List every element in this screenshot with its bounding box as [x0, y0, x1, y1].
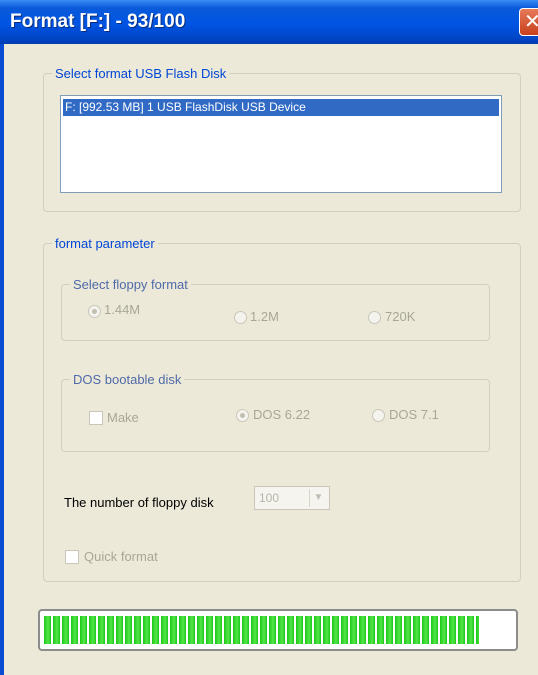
floppy-count-label: The number of floppy disk [64, 495, 214, 510]
close-button[interactable]: ✕ [519, 8, 538, 36]
make-checkbox-label: Make [107, 410, 139, 425]
radio-720k[interactable] [368, 311, 381, 324]
chevron-down-icon[interactable]: ▼ [309, 489, 327, 507]
close-icon: ✕ [524, 11, 538, 33]
floppy-count-value: 100 [259, 491, 280, 505]
radio-1-44m-label: 1.44M [104, 302, 141, 317]
radio-1-2m-label: 1.2M [250, 309, 279, 324]
floppy-format-legend: Select floppy format [73, 277, 188, 292]
usb-disk-listbox[interactable]: F: [992.53 MB] 1 USB FlashDisk USB Devic… [60, 95, 502, 193]
radio-dos-7-1-label: DOS 7.1 [389, 407, 439, 422]
make-checkbox[interactable] [89, 411, 103, 425]
quick-format-label: Quick format [84, 549, 158, 564]
window-frame [0, 44, 4, 675]
radio-1-44m[interactable] [88, 305, 101, 318]
radio-1-2m[interactable] [234, 311, 247, 324]
format-progress-bar [38, 609, 518, 651]
usb-disk-group-legend: Select format USB Flash Disk [55, 66, 227, 81]
dos-bootable-legend: DOS bootable disk [73, 372, 182, 387]
radio-dos-7-1[interactable] [372, 409, 385, 422]
radio-dos-6-22[interactable] [236, 409, 249, 422]
floppy-count-select[interactable]: 100 ▼ [254, 486, 330, 510]
format-progress-fill [44, 616, 479, 644]
title-bar: Format [F:] - 93/100 ✕ [0, 0, 538, 44]
radio-720k-label: 720K [385, 309, 416, 324]
format-parameter-legend: format parameter [55, 236, 155, 251]
window-title: Format [F:] - 93/100 [10, 11, 186, 32]
radio-dos-6-22-label: DOS 6.22 [253, 407, 311, 422]
usb-disk-list-item[interactable]: F: [992.53 MB] 1 USB FlashDisk USB Devic… [63, 99, 499, 116]
quick-format-checkbox[interactable] [65, 550, 79, 564]
